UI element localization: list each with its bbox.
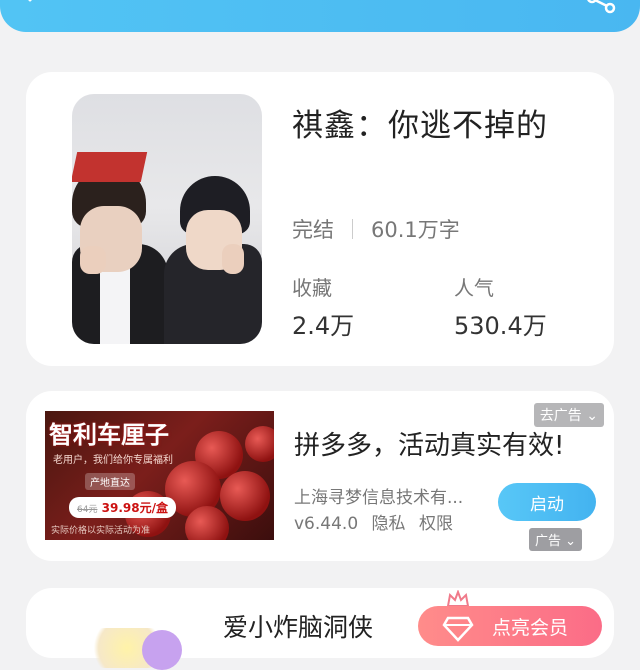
- ad-image-tag: 产地直达: [85, 473, 135, 490]
- ad-image-price: 64元 39.98元/盒: [69, 497, 176, 518]
- ad-title[interactable]: 拼多多，活动真实有效!: [294, 425, 564, 462]
- ad-image-note: 实际价格以实际活动为准: [51, 526, 151, 536]
- book-info-card: 祺鑫：你逃不掉的 完结 60.1万字 收藏 2.4万 人气 530.4万: [26, 72, 614, 366]
- ad-image-title: 智利车厘子: [49, 421, 169, 449]
- remove-ads-button[interactable]: 去广告 ⌄: [533, 403, 604, 427]
- book-status-row: 完结 60.1万字: [292, 214, 460, 244]
- book-title: 祺鑫：你逃不掉的: [292, 108, 548, 144]
- book-cover[interactable]: [72, 94, 262, 344]
- share-icon[interactable]: [584, 0, 618, 16]
- back-icon[interactable]: [22, 0, 46, 12]
- favorites-value: 2.4万: [292, 312, 355, 340]
- favorites-label: 收藏: [292, 276, 332, 300]
- promo-card: 爱小炸脑洞侠 点亮会员: [26, 588, 614, 670]
- diamond-icon: [442, 616, 474, 642]
- top-bar: [0, 0, 640, 32]
- ad-permissions-link[interactable]: 权限: [419, 514, 453, 534]
- ad-image[interactable]: 智利车厘子 老用户，我们给你专属福利 产地直达 64元 39.98元/盒 实际价…: [45, 411, 274, 540]
- ad-company: 上海寻梦信息技术有...: [294, 488, 464, 508]
- book-status: 完结: [292, 218, 334, 242]
- ad-image-subtitle: 老用户，我们给你专属福利: [53, 455, 173, 466]
- ad-card[interactable]: 智利车厘子 老用户，我们给你专属福利 产地直达 64元 39.98元/盒 实际价…: [26, 391, 614, 561]
- popularity-value: 530.4万: [454, 312, 547, 340]
- ad-privacy-link[interactable]: 隐私: [372, 514, 406, 534]
- book-word-count: 60.1万字: [371, 218, 460, 242]
- avatar[interactable]: [142, 630, 182, 670]
- ad-version: v6.44.0: [294, 514, 359, 534]
- ad-image-old-price: 64元: [77, 505, 98, 515]
- divider: [352, 219, 353, 239]
- launch-button[interactable]: 启动: [498, 483, 596, 521]
- promo-title: 爱小炸脑洞侠: [223, 613, 374, 642]
- ad-badge[interactable]: 广告 ⌄: [529, 528, 583, 551]
- ad-meta: v6.44.0 隐私 权限: [294, 509, 461, 534]
- ad-image-new-price: 39.98元/盒: [101, 501, 168, 515]
- popularity-label: 人气: [454, 276, 494, 300]
